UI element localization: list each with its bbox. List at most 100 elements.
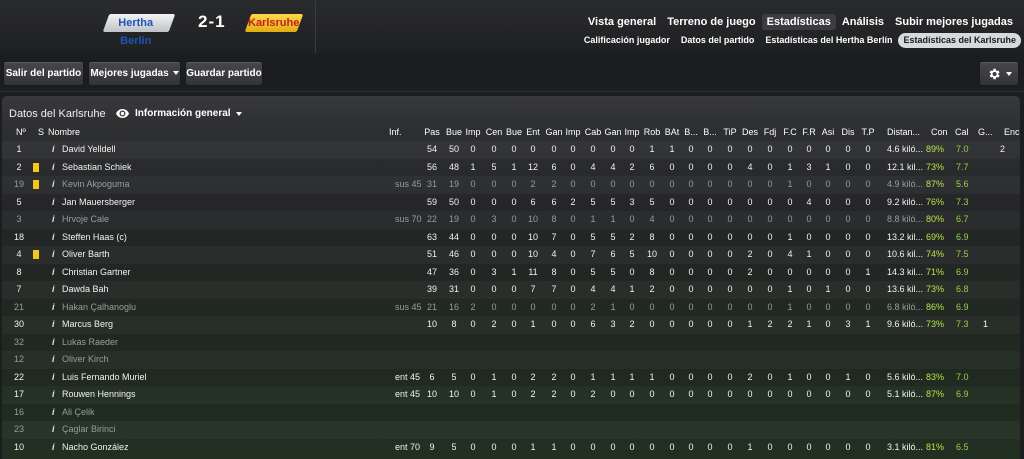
column-header[interactable]: Pas (423, 127, 441, 137)
column-header[interactable]: Fdj (761, 127, 779, 137)
column-header[interactable]: S (38, 127, 44, 137)
table-row[interactable]: 10 i Nacho González ent 70 9 5 0 0 0 1 1 0 0 0 0 0 0 0 0 0 1… (2, 439, 1020, 457)
player-info-icon[interactable]: i (52, 302, 55, 312)
player-info-icon[interactable]: i (52, 407, 55, 417)
player-info-icon[interactable]: i (52, 249, 55, 259)
subtab-away-team-stats[interactable]: Estadísticas del Karlsruhe (898, 33, 1021, 48)
player-info-icon[interactable]: i (52, 372, 55, 382)
player-name[interactable]: Luis Fernando Muriel (62, 372, 147, 382)
player-info-icon[interactable]: i (52, 337, 55, 347)
exit-match-button[interactable]: Salir del partido (3, 61, 84, 86)
player-name[interactable]: Nacho González (62, 442, 129, 452)
player-info-icon[interactable]: i (52, 162, 55, 172)
column-header[interactable]: Enc (1004, 127, 1020, 137)
column-header[interactable]: Nombre (48, 127, 80, 137)
player-info-icon[interactable]: i (52, 442, 55, 452)
column-header[interactable]: Bue (505, 127, 523, 137)
table-row[interactable]: 3 i Hrvoje Cale sus 70 22 19 0 3 0 10 8 0 1 1 0 4 0 0 0 0 0 0… (2, 211, 1020, 229)
column-header[interactable]: Dis (839, 127, 857, 137)
table-row[interactable]: 12 i Oliver Kirch (2, 351, 1020, 369)
column-header[interactable]: Gan (545, 127, 563, 137)
column-header[interactable]: Imp (623, 127, 641, 137)
save-match-button[interactable]: Guardar partido (185, 61, 263, 86)
player-info-icon[interactable]: i (52, 214, 55, 224)
column-header[interactable]: F.R (800, 127, 818, 137)
column-header[interactable]: Cab (584, 127, 602, 137)
column-header[interactable]: B... (682, 127, 700, 137)
tab-statistics[interactable]: Estadísticas (761, 14, 836, 30)
table-row[interactable]: 2 i Sebastian Schiek 56 48 1 5 1 12 6 0 4 4 2 6 0 0 0 0 4 0 1… (2, 159, 1020, 177)
player-name[interactable]: Lukas Raeder (62, 337, 118, 347)
home-team-badge[interactable]: Hertha Berlin (102, 14, 176, 47)
player-name[interactable]: Ali Çelik (62, 407, 95, 417)
column-header[interactable]: BAt (663, 127, 681, 137)
tab-upload-highlights[interactable]: Subir mejores jugadas (890, 14, 1018, 30)
player-name[interactable]: Hrvoje Cale (62, 214, 109, 224)
player-info-icon[interactable]: i (52, 197, 55, 207)
column-header[interactable]: Distan... (887, 127, 920, 137)
player-info-icon[interactable]: i (52, 179, 55, 189)
player-info-icon[interactable]: i (52, 144, 55, 154)
column-header[interactable]: Asi (819, 127, 837, 137)
tab-overview[interactable]: Vista general (583, 14, 661, 30)
table-row[interactable]: 19 i Kevin Akpoguma sus 45 31 19 0 0 0 2 2 0 0 0 0 0 0 0 0… (2, 176, 1020, 194)
column-header[interactable]: Rob (643, 127, 661, 137)
player-name[interactable]: Oliver Kirch (62, 354, 109, 364)
tab-pitch[interactable]: Terreno de juego (662, 14, 760, 30)
subtab-match-stats[interactable]: Datos del partido (676, 33, 760, 48)
subtab-home-team-stats[interactable]: Estadísticas del Hertha Berlín (760, 33, 897, 48)
player-info-icon[interactable]: i (52, 354, 55, 364)
table-row[interactable]: 7 i Dawda Bah 39 31 0 0 0 7 7 0 4 4 1 2 0 0 0 0 0 0 1 0 1 0 0 13.6… (2, 281, 1020, 299)
player-name[interactable]: Marcus Berg (62, 319, 113, 329)
table-row[interactable]: 23 i Çaglar Birinci (2, 421, 1020, 439)
column-header[interactable]: Bue (445, 127, 463, 137)
player-info-icon[interactable]: i (52, 284, 55, 294)
player-info-icon[interactable]: i (52, 424, 55, 434)
column-header[interactable]: Des (741, 127, 759, 137)
highlights-dropdown[interactable]: Mejores jugadas (88, 61, 181, 86)
column-header[interactable]: F.C (781, 127, 799, 137)
table-row[interactable]: 30 i Marcus Berg 10 8 0 2 0 1 0 0 6 3 2 0 0 0 0 0 1 2 2 1 0 3 1 9.… (2, 316, 1020, 334)
table-row[interactable]: 17 i Rouwen Hennings ent 45 10 10 0 1 0 2 2 0 2 0 0 0 0 0… (2, 386, 1020, 404)
column-header[interactable]: Cen (485, 127, 503, 137)
player-info-icon[interactable]: i (52, 267, 55, 277)
player-name[interactable]: Hakan Çalhanoglu (62, 302, 136, 312)
player-name[interactable]: David Yelldell (62, 144, 116, 154)
table-row[interactable]: 16 i Ali Çelik (2, 404, 1020, 422)
column-header[interactable]: Inf. (389, 127, 402, 137)
table-row[interactable]: 22 i Luis Fernando Muriel ent 45 6 5 0 1 0 2 2 0 1 1 1… (2, 369, 1020, 387)
column-header[interactable]: Imp (564, 127, 582, 137)
table-row[interactable]: 5 i Jan Mauersberger 59 50 0 0 0 6 6 2 5 5 3 5 0 0 0 0 0 0 0 4… (2, 194, 1020, 212)
table-row[interactable]: 1 i David Yelldell 54 50 0 0 0 0 0 0 0 0 0 1 1 0 0 0 0 0 0 0 0 0… (2, 141, 1020, 159)
column-header[interactable]: Cal (955, 127, 969, 137)
table-row[interactable]: 21 i Hakan Çalhanoglu sus 45 21 16 2 0 0 0 0 0 2 1 0 0 0… (2, 299, 1020, 317)
player-info-icon[interactable]: i (52, 389, 55, 399)
player-name[interactable]: Jan Mauersberger (62, 197, 135, 207)
away-team-badge[interactable]: Karlsruhe (244, 14, 304, 32)
player-name[interactable]: Kevin Akpoguma (62, 179, 130, 189)
column-header[interactable]: G... (978, 127, 993, 137)
player-info-icon[interactable]: i (52, 319, 55, 329)
column-header[interactable]: Nº (16, 127, 26, 137)
column-header[interactable]: Imp (464, 127, 482, 137)
tab-analysis[interactable]: Análisis (837, 14, 889, 30)
player-name[interactable]: Christian Gartner (62, 267, 131, 277)
column-header[interactable]: Gan (604, 127, 622, 137)
player-name[interactable]: Oliver Barth (62, 249, 110, 259)
column-header[interactable]: B... (701, 127, 719, 137)
table-row[interactable]: 8 i Christian Gartner 47 36 0 3 1 11 8 0 5 5 0 8 0 0 0 0 2 0… (2, 264, 1020, 282)
table-row[interactable]: 32 i Lukas Raeder (2, 334, 1020, 352)
player-info-icon[interactable]: i (52, 232, 55, 242)
player-name[interactable]: Rouwen Hennings (62, 389, 136, 399)
player-name[interactable]: Dawda Bah (62, 284, 109, 294)
table-row[interactable]: 4 i Oliver Barth 51 46 0 0 0 10 4 0 7 6 5 10 0 0 0 0 2 0 4 1 0 0… (2, 246, 1020, 264)
view-dropdown[interactable]: Información general (116, 108, 242, 119)
column-header[interactable]: Ent (524, 127, 542, 137)
settings-button[interactable] (979, 61, 1019, 86)
subtab-player-ratings[interactable]: Calificación jugador (579, 33, 675, 48)
player-name[interactable]: Steffen Haas (c) (62, 232, 127, 242)
column-header[interactable]: T.P (859, 127, 877, 137)
player-name[interactable]: Sebastian Schiek (62, 162, 132, 172)
table-row[interactable]: 18 i Steffen Haas (c) 63 44 0 0 0 10 7 0 5 5 2 8 0 0 0 0 0 0… (2, 229, 1020, 247)
column-header[interactable]: TiP (721, 127, 739, 137)
